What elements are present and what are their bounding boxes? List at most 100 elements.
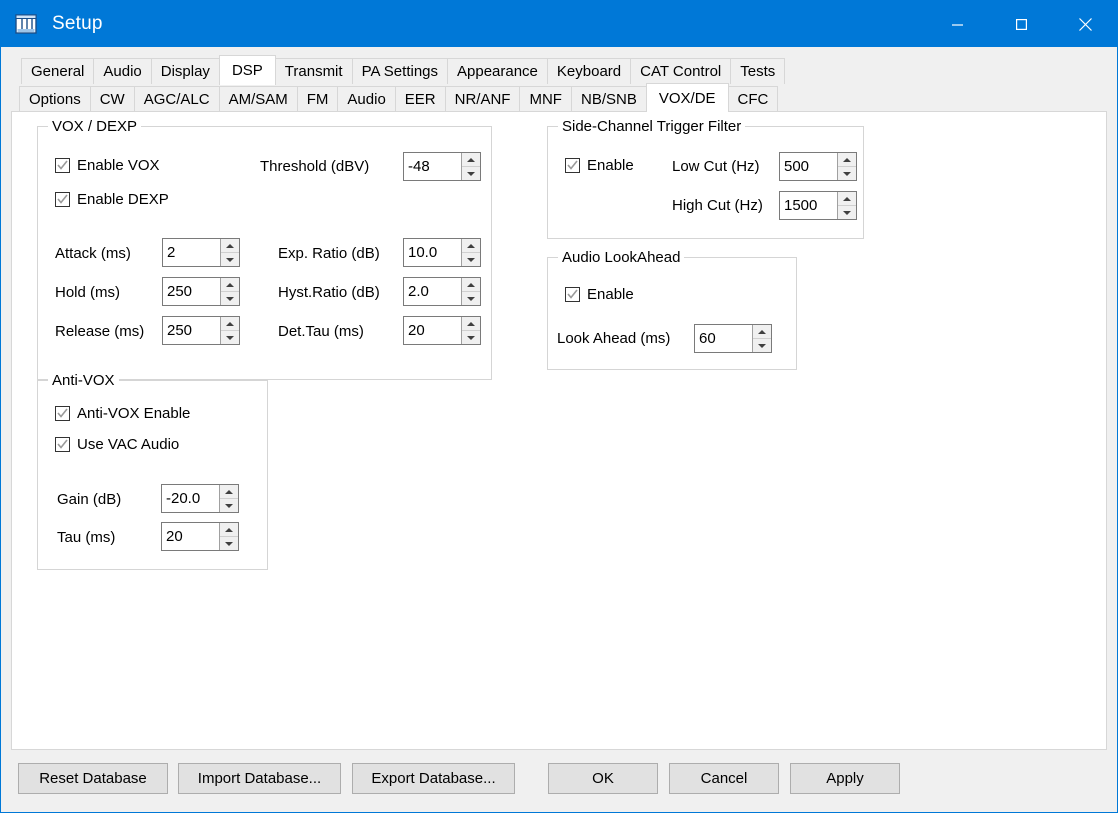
tab-transmit[interactable]: Transmit bbox=[274, 58, 353, 84]
spinner-up-button[interactable] bbox=[838, 153, 856, 167]
spinner-down-button[interactable] bbox=[462, 167, 480, 180]
spinner-det-tau-value[interactable]: 20 bbox=[404, 317, 461, 344]
spinner-down-button[interactable] bbox=[220, 537, 238, 550]
subtab-vox-de[interactable]: VOX/DE bbox=[645, 83, 729, 112]
subtab-am-sam[interactable]: AM/SAM bbox=[218, 86, 298, 111]
checkbox-use-vac-audio[interactable]: Use VAC Audio bbox=[55, 436, 179, 453]
maximize-button[interactable] bbox=[989, 1, 1053, 47]
tab-cat-control[interactable]: CAT Control bbox=[630, 58, 732, 84]
spinner-tau-value[interactable]: 20 bbox=[162, 523, 219, 550]
spinner-look-ahead[interactable]: 60 bbox=[694, 324, 772, 353]
close-button[interactable] bbox=[1053, 1, 1117, 47]
spinner-det-tau[interactable]: 20 bbox=[403, 316, 481, 345]
group-audio-lookahead-title: Audio LookAhead bbox=[558, 249, 685, 266]
tab-audio[interactable]: Audio bbox=[93, 58, 152, 84]
dialog-button-bar: Reset Database Import Database... Export… bbox=[11, 750, 1107, 812]
spinner-down-button[interactable] bbox=[753, 339, 771, 352]
spinner-low-cut[interactable]: 500 bbox=[779, 152, 857, 181]
spinner-down-button[interactable] bbox=[221, 292, 239, 305]
spinner-down-button[interactable] bbox=[221, 331, 239, 344]
spinner-down-button[interactable] bbox=[462, 253, 480, 266]
spinner-high-cut[interactable]: 1500 bbox=[779, 191, 857, 220]
group-side-channel-trigger-filter: Side-Channel Trigger Filter Enable Low C… bbox=[547, 118, 864, 239]
checkbox-box bbox=[55, 158, 70, 173]
subtab-mnf[interactable]: MNF bbox=[519, 86, 572, 111]
primary-tab-row: General Audio Display DSP Transmit PA Se… bbox=[11, 55, 1107, 85]
spinner-down-button[interactable] bbox=[838, 167, 856, 180]
spinner-threshold-value[interactable]: -48 bbox=[404, 153, 461, 180]
spinner-release[interactable]: 250 bbox=[162, 316, 240, 345]
subtab-eer[interactable]: EER bbox=[394, 86, 446, 111]
tab-tests[interactable]: Tests bbox=[730, 58, 786, 84]
checkbox-side-channel-enable-label: Enable bbox=[587, 157, 634, 174]
spinner-down-button[interactable] bbox=[221, 253, 239, 266]
spinner-release-value[interactable]: 250 bbox=[163, 317, 220, 344]
export-database-button[interactable]: Export Database... bbox=[352, 763, 515, 794]
label-gain: Gain (dB) bbox=[57, 491, 122, 508]
tab-pa-settings[interactable]: PA Settings bbox=[351, 58, 448, 84]
spinner-up-button[interactable] bbox=[462, 317, 480, 331]
spinner-high-cut-value[interactable]: 1500 bbox=[780, 192, 837, 219]
secondary-tab-row: Options CW AGC/ALC AM/SAM FM Audio EER N… bbox=[11, 83, 1107, 112]
spinner-up-button[interactable] bbox=[220, 485, 238, 499]
subtab-fm[interactable]: FM bbox=[296, 86, 339, 111]
checkbox-box bbox=[565, 287, 580, 302]
subtab-cfc[interactable]: CFC bbox=[727, 86, 779, 111]
spinner-low-cut-value[interactable]: 500 bbox=[780, 153, 837, 180]
checkbox-enable-vox-label: Enable VOX bbox=[77, 157, 160, 174]
label-low-cut: Low Cut (Hz) bbox=[672, 158, 760, 175]
subtab-agc-alc[interactable]: AGC/ALC bbox=[133, 86, 220, 111]
tab-general[interactable]: General bbox=[21, 58, 95, 84]
spinner-up-button[interactable] bbox=[462, 239, 480, 253]
spinner-look-ahead-value[interactable]: 60 bbox=[695, 325, 752, 352]
reset-database-button[interactable]: Reset Database bbox=[18, 763, 168, 794]
subtab-audio[interactable]: Audio bbox=[337, 86, 396, 111]
spinner-up-button[interactable] bbox=[462, 153, 480, 167]
spinner-hold[interactable]: 250 bbox=[162, 277, 240, 306]
minimize-button[interactable] bbox=[925, 1, 989, 47]
spinner-gain[interactable]: -20.0 bbox=[161, 484, 239, 513]
ok-button[interactable]: OK bbox=[548, 763, 658, 794]
spinner-hold-value[interactable]: 250 bbox=[163, 278, 220, 305]
spinner-attack-value[interactable]: 2 bbox=[163, 239, 220, 266]
spinner-down-button[interactable] bbox=[220, 499, 238, 512]
tab-control: General Audio Display DSP Transmit PA Se… bbox=[11, 55, 1107, 750]
spinner-hyst-ratio-value[interactable]: 2.0 bbox=[404, 278, 461, 305]
group-anti-vox-title: Anti-VOX bbox=[48, 372, 119, 389]
tab-dsp[interactable]: DSP bbox=[218, 55, 276, 85]
checkbox-box bbox=[55, 406, 70, 421]
spinner-threshold[interactable]: -48 bbox=[403, 152, 481, 181]
spinner-exp-ratio-value[interactable]: 10.0 bbox=[404, 239, 461, 266]
spinner-up-button[interactable] bbox=[753, 325, 771, 339]
spinner-tau[interactable]: 20 bbox=[161, 522, 239, 551]
subtab-nr-anf[interactable]: NR/ANF bbox=[444, 86, 521, 111]
tab-display[interactable]: Display bbox=[150, 58, 220, 84]
subtab-cw[interactable]: CW bbox=[89, 86, 135, 111]
checkbox-lookahead-enable[interactable]: Enable bbox=[565, 286, 634, 303]
spinner-up-button[interactable] bbox=[221, 317, 239, 331]
cancel-button[interactable]: Cancel bbox=[669, 763, 779, 794]
label-release: Release (ms) bbox=[55, 323, 145, 340]
spinner-hyst-ratio[interactable]: 2.0 bbox=[403, 277, 481, 306]
spinner-gain-value[interactable]: -20.0 bbox=[162, 485, 219, 512]
tab-appearance[interactable]: Appearance bbox=[447, 58, 548, 84]
import-database-button[interactable]: Import Database... bbox=[178, 763, 341, 794]
spinner-down-button[interactable] bbox=[838, 206, 856, 219]
checkbox-side-channel-enable[interactable]: Enable bbox=[565, 157, 634, 174]
tab-keyboard[interactable]: Keyboard bbox=[546, 58, 632, 84]
spinner-up-button[interactable] bbox=[221, 239, 239, 253]
checkbox-enable-dexp[interactable]: Enable DEXP bbox=[55, 191, 169, 208]
checkbox-enable-vox[interactable]: Enable VOX bbox=[55, 157, 160, 174]
spinner-up-button[interactable] bbox=[220, 523, 238, 537]
spinner-up-button[interactable] bbox=[462, 278, 480, 292]
subtab-options[interactable]: Options bbox=[19, 86, 91, 111]
spinner-down-button[interactable] bbox=[462, 292, 480, 305]
spinner-up-button[interactable] bbox=[221, 278, 239, 292]
spinner-up-button[interactable] bbox=[838, 192, 856, 206]
spinner-attack[interactable]: 2 bbox=[162, 238, 240, 267]
apply-button[interactable]: Apply bbox=[790, 763, 900, 794]
checkbox-anti-vox-enable[interactable]: Anti-VOX Enable bbox=[55, 405, 190, 422]
spinner-exp-ratio[interactable]: 10.0 bbox=[403, 238, 481, 267]
subtab-nb-snb[interactable]: NB/SNB bbox=[570, 86, 647, 111]
spinner-down-button[interactable] bbox=[462, 331, 480, 344]
